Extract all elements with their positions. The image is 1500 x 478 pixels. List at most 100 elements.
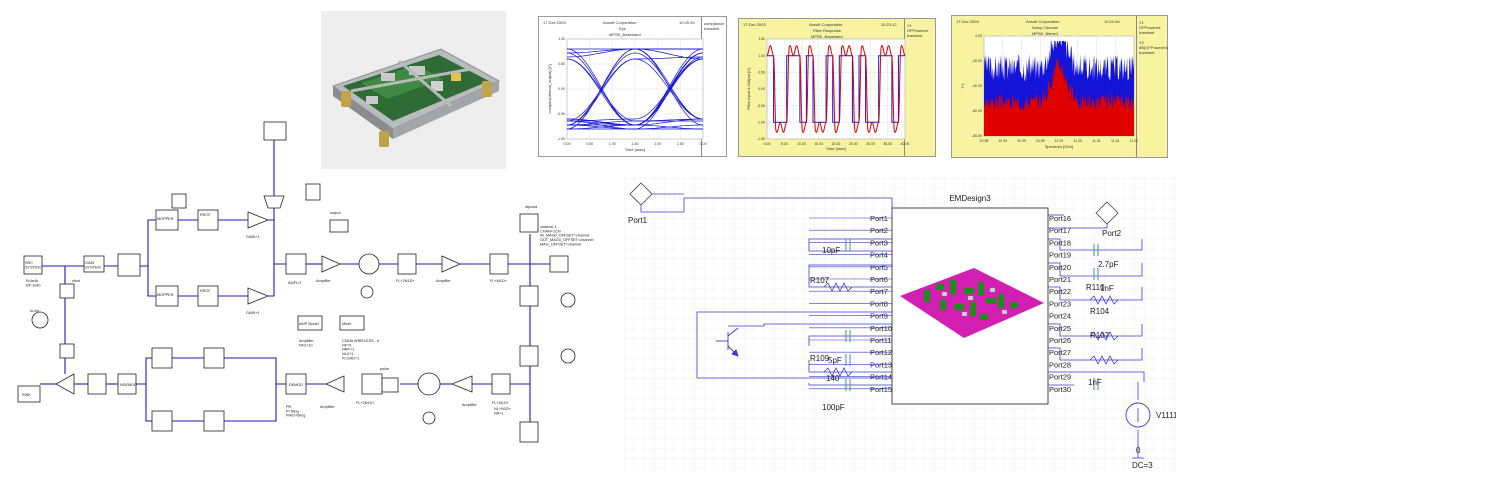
y-tick-label: 1.00	[558, 37, 565, 41]
em-design-schematic-svg: Port1 Port2 EMDesign3 Port1 Port2 Port3 Por…	[624, 178, 1178, 473]
port-label-right: Port24	[1049, 312, 1071, 321]
em-design-schematic: Port1 Port2 EMDesign3 Port1 Port2 Port3 Por…	[624, 178, 1178, 473]
port-label-left: Port9	[870, 312, 888, 321]
svg-text:1nF: 1nF	[1088, 378, 1102, 387]
svg-text:2.7pF: 2.7pF	[1098, 260, 1119, 269]
x-tick-label: 10.99	[1017, 139, 1026, 143]
combiner-block	[285, 253, 307, 275]
port-label-left: Port10	[870, 324, 892, 333]
svg-text:CDMA WIRELESS - 6NF=5NRP+1NL0+: CDMA WIRELESS - 6 NF=5 NRP+1 NL0+1 PLOAD=1	[342, 339, 379, 360]
svg-text:MOPPER: MOPPER	[157, 217, 174, 221]
svg-text:PRP+5lingPHID+5ling: PR P+5ling PHID+5ling	[286, 405, 305, 418]
filter-response-plot: 17 Dec 2003 Ansoft Corporation Filter Re…	[738, 18, 936, 157]
splitter-block	[117, 253, 141, 277]
x-tick-label: 10.99	[998, 139, 1007, 143]
svg-text:0: 0	[1136, 446, 1141, 455]
svg-text:140: 140	[826, 374, 840, 383]
y-tick-label: 0.50	[558, 62, 565, 66]
y-tick-label: 0.00	[758, 87, 765, 91]
x-axis-label: Time [usec]	[625, 147, 646, 152]
svg-text:Amplifier: Amplifier	[316, 279, 332, 283]
svg-text:RRCF: RRCF	[200, 289, 211, 293]
port-label-left: Port14	[870, 373, 892, 382]
port-label-right: Port29	[1049, 373, 1071, 382]
x-tick-label: 30.00	[866, 142, 875, 146]
x-tick-label: 11.00	[1074, 139, 1083, 143]
svg-text:5pF: 5pF	[828, 356, 842, 365]
port-label-left: Port1	[870, 214, 888, 223]
svg-text:Amplifier: Amplifier	[320, 405, 336, 409]
x-axis-label: Spectrum [GHz]	[1045, 144, 1073, 149]
x-tick-label: 10.98	[980, 139, 989, 143]
y-axis-label: Filter Input & Output [V]	[746, 68, 751, 110]
y-tick-label: -1.00	[757, 121, 765, 125]
svg-text:FL+2N1D+: FL+2N1D+	[396, 279, 415, 283]
x-tick-label: 0.00	[764, 142, 771, 146]
x-tick-label: 11.02	[1130, 139, 1139, 143]
x-tick-label: 40.00	[901, 142, 910, 146]
x-tick-label: 10.00	[797, 142, 806, 146]
port2-label: Port2	[1102, 229, 1122, 238]
svg-text:FL+2N1D+: FL+2N1D+	[356, 401, 375, 405]
port-label-right: Port17	[1049, 226, 1071, 235]
bpf1-block	[397, 253, 417, 275]
x-tick-label: 11.01	[1092, 139, 1101, 143]
port-label-left: Port2	[870, 226, 888, 235]
svg-text:Mixer: Mixer	[342, 322, 352, 326]
port-label-right: Port23	[1049, 299, 1071, 308]
svg-text:DC=3: DC=3	[1132, 461, 1153, 470]
svg-text:FL+M1D+: FL+M1D+	[490, 279, 508, 283]
svg-text:R109: R109	[810, 354, 830, 363]
port-label-left: Port11	[870, 336, 892, 345]
port-label-left: Port15	[870, 385, 892, 394]
y-tick-label: -0.50	[757, 104, 765, 108]
port1-label: Port1	[628, 216, 648, 225]
svg-text:R107: R107	[810, 276, 830, 285]
port-label-left: Port8	[870, 299, 888, 308]
amplifiers	[55, 211, 473, 395]
svg-text:NL+N1D+NR+1: NL+N1D+ NR+1	[494, 407, 512, 415]
svg-text:pulse: pulse	[380, 367, 389, 371]
svg-text:AmplifierNF2+10: Amplifier NF2+10	[299, 339, 315, 347]
lo-block	[59, 283, 75, 299]
bpf2-block	[489, 253, 509, 275]
x-tick-label: 11.00	[1055, 139, 1064, 143]
system-schematic: SRC SYSTEM N:4e4b RF:1e4b lo-lon ofuel GAI…	[10, 116, 610, 473]
noisy-plot-svg: 10.98 10.99 10.99 10.99 11.00 11.00 11.01 11.01…	[960, 34, 1139, 149]
x-tick-label: 2.00	[654, 142, 661, 146]
noisy-channel-plot: 17 Dec 2003 Ansoft Corporation Noisy Cha…	[951, 15, 1168, 158]
emdesign-title: EMDesign3	[949, 194, 991, 203]
svg-text:GAIN+1: GAIN+1	[246, 235, 260, 239]
svg-text:1nF: 1nF	[1100, 284, 1114, 293]
y-tick-label: -60.00	[972, 109, 982, 113]
port-label-right: Port26	[1049, 336, 1071, 345]
y-tick-label: 0.50	[758, 71, 765, 75]
svg-text:SINK: SINK	[22, 393, 31, 397]
svg-text:N:4e4bRF:1e4b: N:4e4b RF:1e4b	[26, 279, 41, 287]
x-tick-label: 3.00	[700, 142, 707, 146]
y-tick-label: 1.00	[758, 54, 765, 58]
port-label-left: Port7	[870, 287, 888, 296]
svg-text:Amplifier: Amplifier	[436, 279, 452, 283]
x-tick-label: 10.99	[1036, 139, 1045, 143]
y-tick-label: -1.50	[757, 137, 765, 141]
svg-text:MOPPER: MOPPER	[157, 293, 174, 297]
svg-text:FL+M1D+: FL+M1D+	[492, 401, 510, 405]
svg-text:ofuel: ofuel	[72, 279, 80, 283]
y-tick-label: -20.00	[972, 59, 982, 63]
x-tick-label: 35.00	[883, 142, 892, 146]
x-tick-label: 11.01	[1111, 139, 1120, 143]
x-tick-label: 15.00	[814, 142, 823, 146]
svg-text:V1111: V1111	[1156, 411, 1176, 420]
svg-text:ofpowd: ofpowd	[525, 205, 537, 209]
svg-text:lo-lon: lo-lon	[30, 309, 39, 313]
svg-text:R104: R104	[1090, 307, 1110, 316]
port-label-left: Port13	[870, 360, 892, 369]
y-axis-label: complex(demod_output) [V]	[547, 64, 552, 113]
x-tick-label: 2.50	[677, 142, 684, 146]
svg-text:R107: R107	[1090, 331, 1110, 340]
svg-text:Amplifier: Amplifier	[462, 403, 478, 407]
svg-text:10pF: 10pF	[822, 246, 840, 255]
y-tick-label: -40.00	[972, 84, 982, 88]
port-label-left: Port5	[870, 263, 888, 272]
